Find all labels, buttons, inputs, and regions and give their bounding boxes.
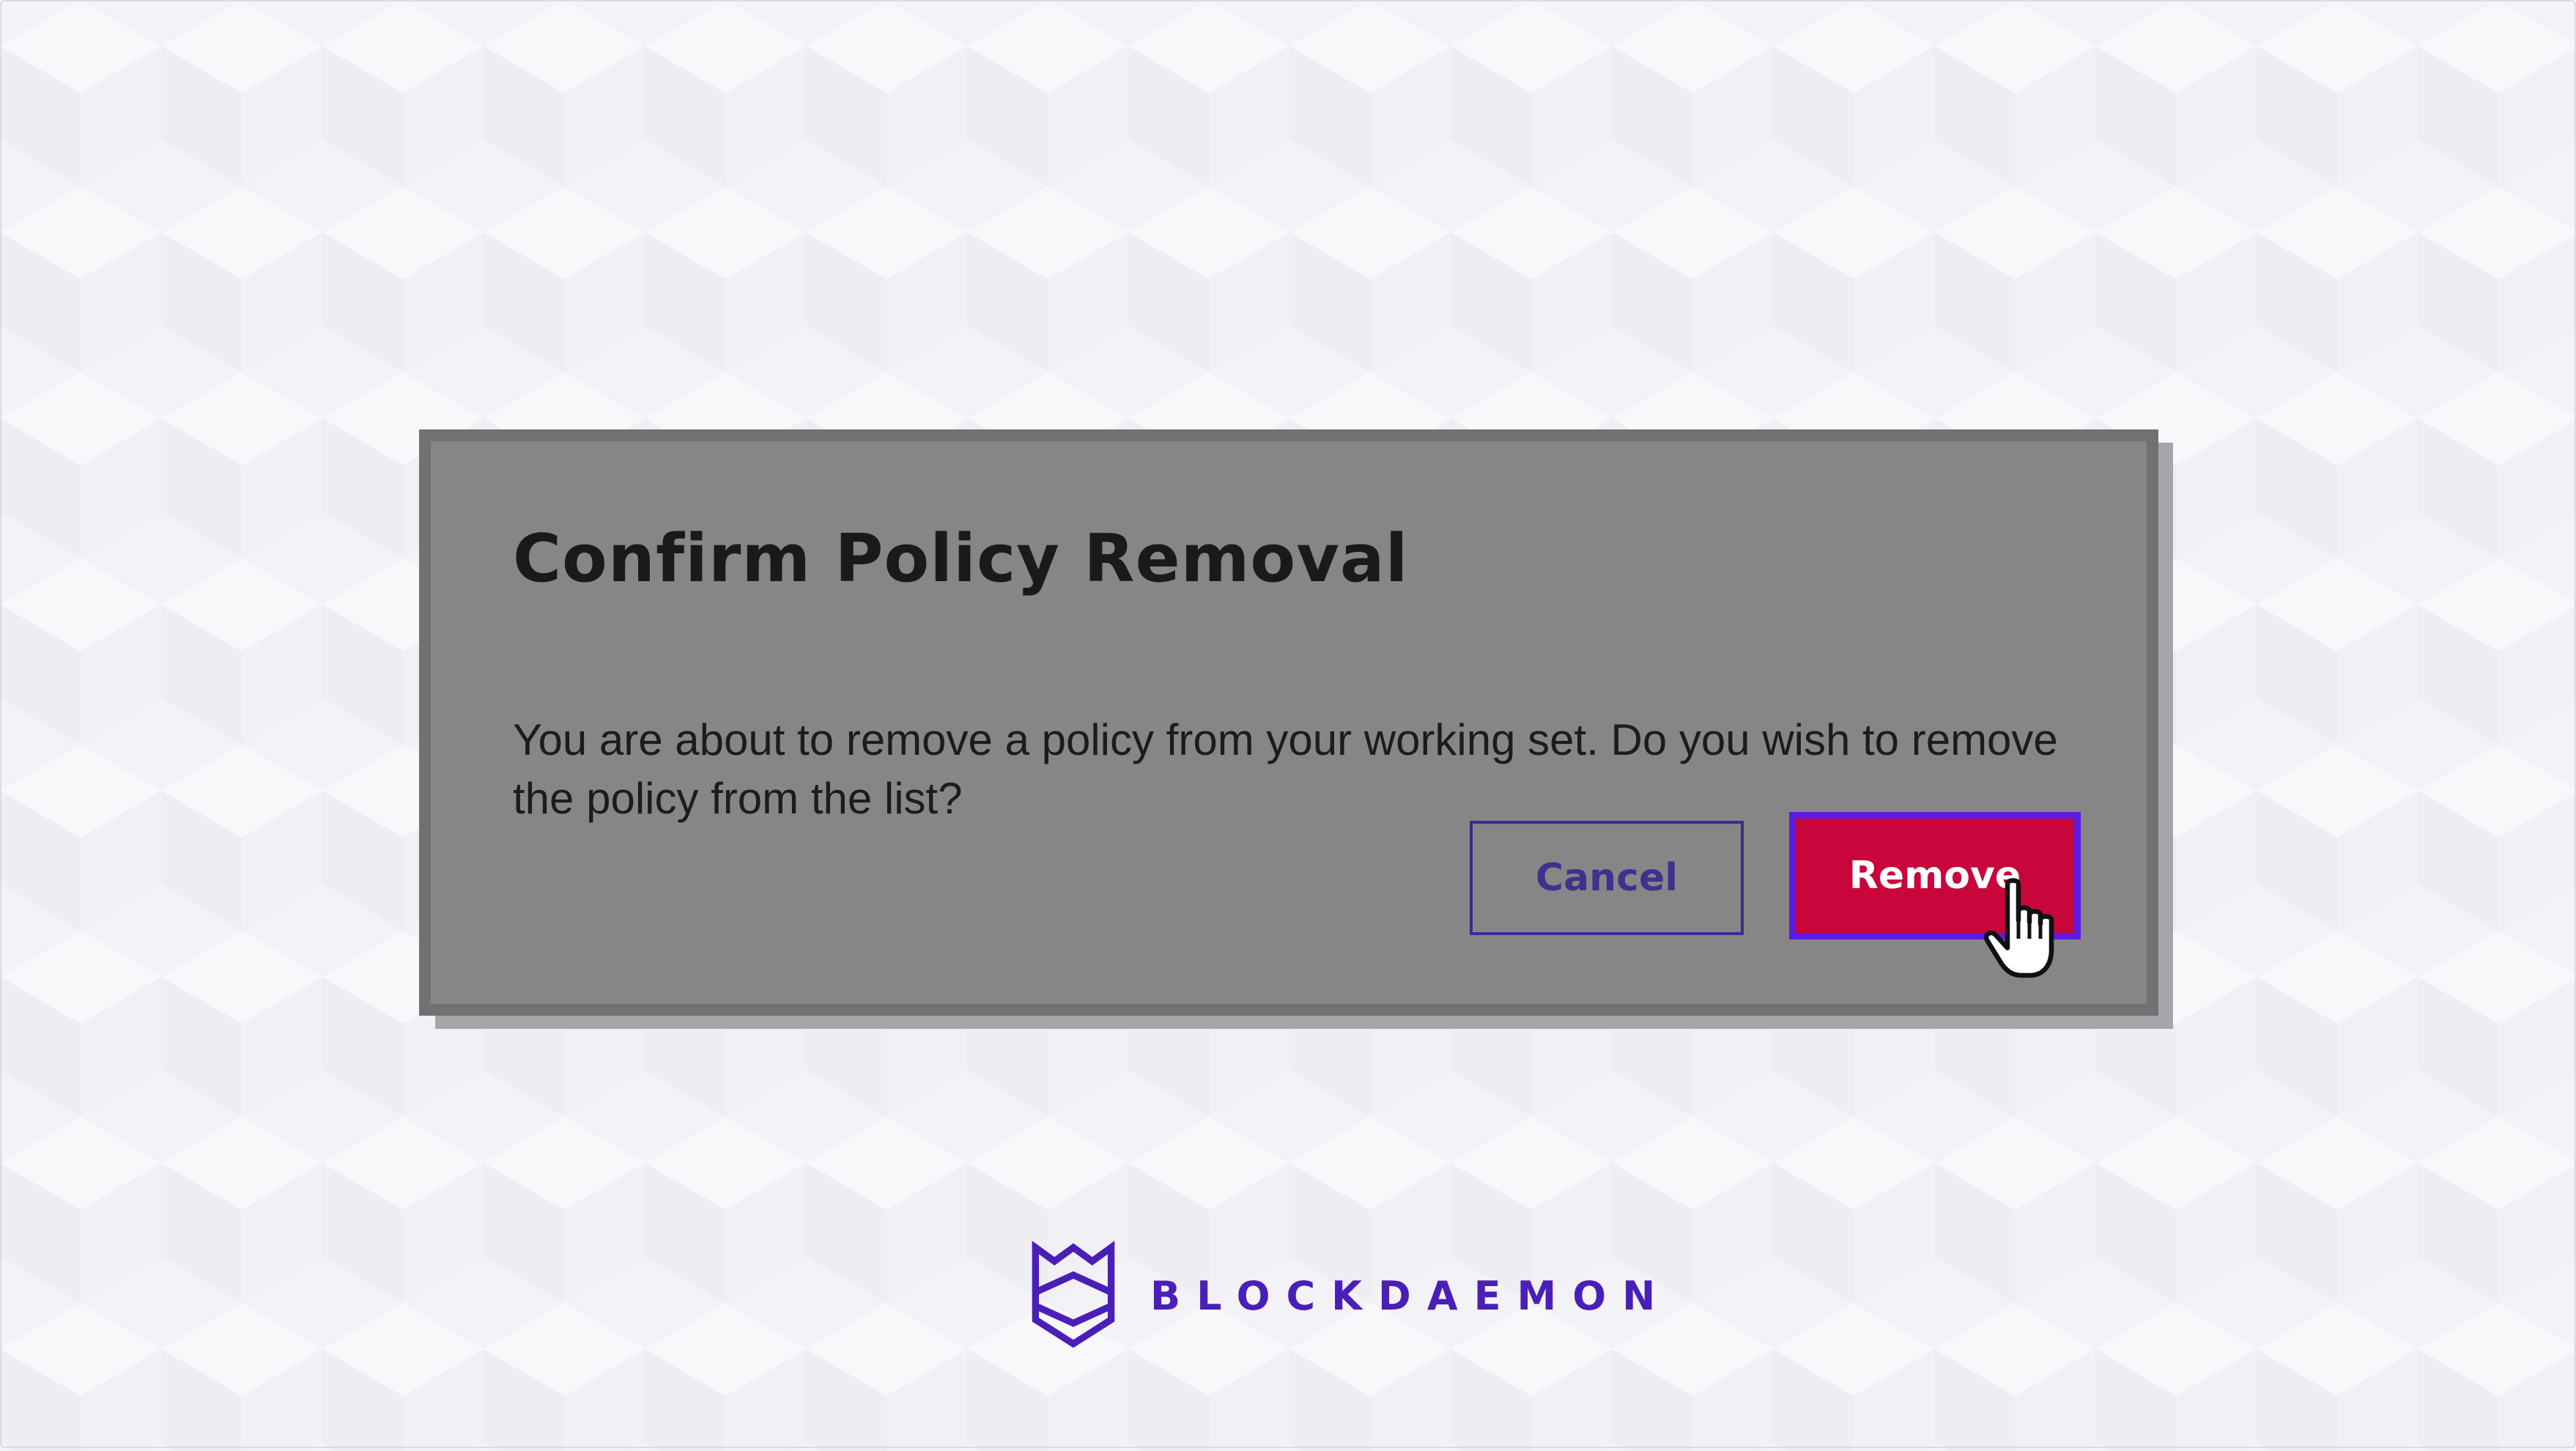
dialog-message: You are about to remove a policy from yo… — [513, 715, 2058, 823]
cancel-button[interactable]: Cancel — [1470, 821, 1744, 935]
dialog-title: Confirm Policy Removal — [513, 520, 1409, 597]
brand-name: BLOCKDAEMON — [1150, 1272, 1672, 1319]
confirm-dialog: Confirm Policy Removal You are about to … — [419, 429, 2158, 1016]
brand-lockup: BLOCKDAEMON — [1029, 1240, 1671, 1351]
blockdaemon-logo-icon — [1032, 1241, 1115, 1348]
pointer-hand-icon — [1984, 878, 2054, 978]
